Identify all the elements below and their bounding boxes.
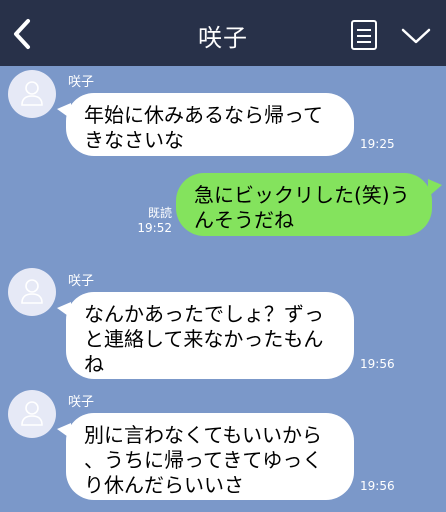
message-time: 19:56	[360, 479, 395, 493]
message-line: 、うちに帰ってきてゆっく	[84, 448, 323, 472]
read-receipt: 既読	[147, 206, 172, 220]
message-bubble[interactable]: なんかあったでしょ？ずっ と連絡して来なかったもん ね	[57, 292, 354, 379]
message-line: 年始に休みあるなら帰って	[84, 103, 323, 127]
user-icon	[21, 279, 43, 304]
user-icon	[21, 81, 43, 106]
sender-name: 咲子	[68, 75, 95, 90]
message-line: きなさいな	[84, 128, 184, 152]
message-line: なんかあったでしょ？ずっ	[84, 302, 324, 326]
message-line: 急にビックリした(笑)う	[194, 183, 410, 207]
message-bubble[interactable]: 年始に休みあるなら帰って きなさいな	[57, 93, 354, 156]
chat-header: 咲子	[0, 0, 446, 66]
message-line: ね	[84, 352, 104, 376]
message-line: り休んだらいいさ	[84, 473, 244, 497]
message-meta: 既読 19:52	[128, 206, 172, 236]
chevron-down-icon[interactable]	[400, 26, 432, 46]
sender-name: 咲子	[68, 395, 95, 410]
avatar[interactable]	[8, 268, 56, 316]
message-time: 19:52	[137, 221, 172, 235]
message-line: 別に言わなくてもいいから	[84, 423, 322, 447]
sender-name: 咲子	[68, 274, 95, 289]
message-time: 19:25	[360, 137, 395, 151]
user-icon	[21, 401, 43, 426]
message-line: と連絡して来なかったもん	[84, 327, 324, 351]
chat-screen: 咲子 咲子 年始に休みあるなら帰って きなさいな 19:25 既読 19:52 …	[0, 0, 446, 512]
avatar[interactable]	[8, 70, 56, 118]
message-bubble[interactable]: 急にビックリした(笑)う んそうだね	[176, 173, 442, 236]
message-time: 19:56	[360, 357, 395, 371]
message-bubble[interactable]: 別に言わなくてもいいから 、うちに帰ってきてゆっく り休んだらいいさ	[57, 413, 354, 500]
chat-title: 咲子	[198, 24, 248, 52]
avatar[interactable]	[8, 390, 56, 438]
list-icon[interactable]	[350, 19, 378, 51]
message-line: んそうだね	[194, 208, 294, 232]
